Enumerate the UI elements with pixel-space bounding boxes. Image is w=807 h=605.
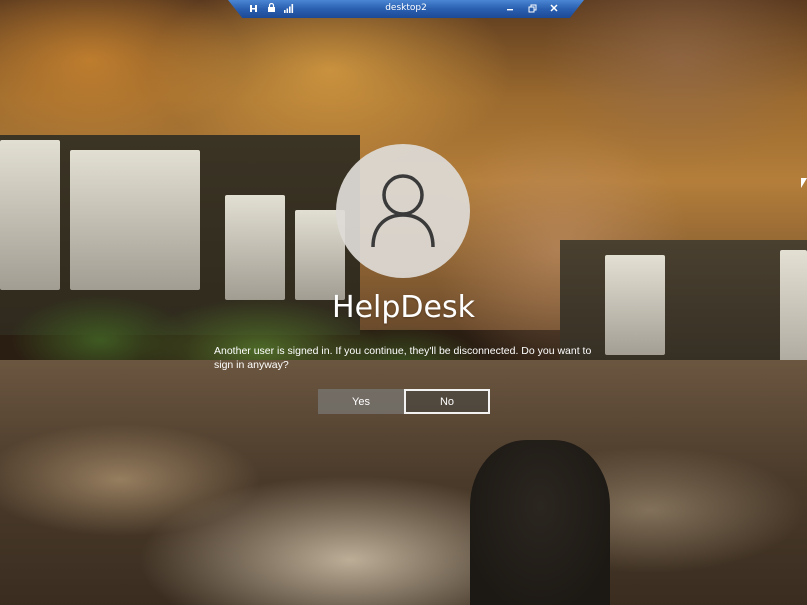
waterfall (0, 140, 60, 290)
no-button[interactable]: No (404, 389, 490, 414)
waterfall (70, 150, 200, 290)
mouse-cursor-icon (801, 178, 807, 188)
restore-icon[interactable] (526, 1, 538, 15)
remote-desktop-connection-bar: desktop2 (228, 0, 584, 18)
yes-button[interactable]: Yes (318, 389, 404, 414)
close-icon[interactable] (548, 1, 560, 15)
rdp-window-controls (504, 1, 560, 15)
minimize-icon[interactable] (504, 1, 516, 15)
user-icon (371, 174, 435, 248)
username-label: HelpDesk (332, 290, 475, 325)
user-avatar (336, 144, 470, 278)
sign-in-warning-message: Another user is signed in. If you contin… (214, 345, 592, 371)
foreground-rock (470, 440, 610, 605)
